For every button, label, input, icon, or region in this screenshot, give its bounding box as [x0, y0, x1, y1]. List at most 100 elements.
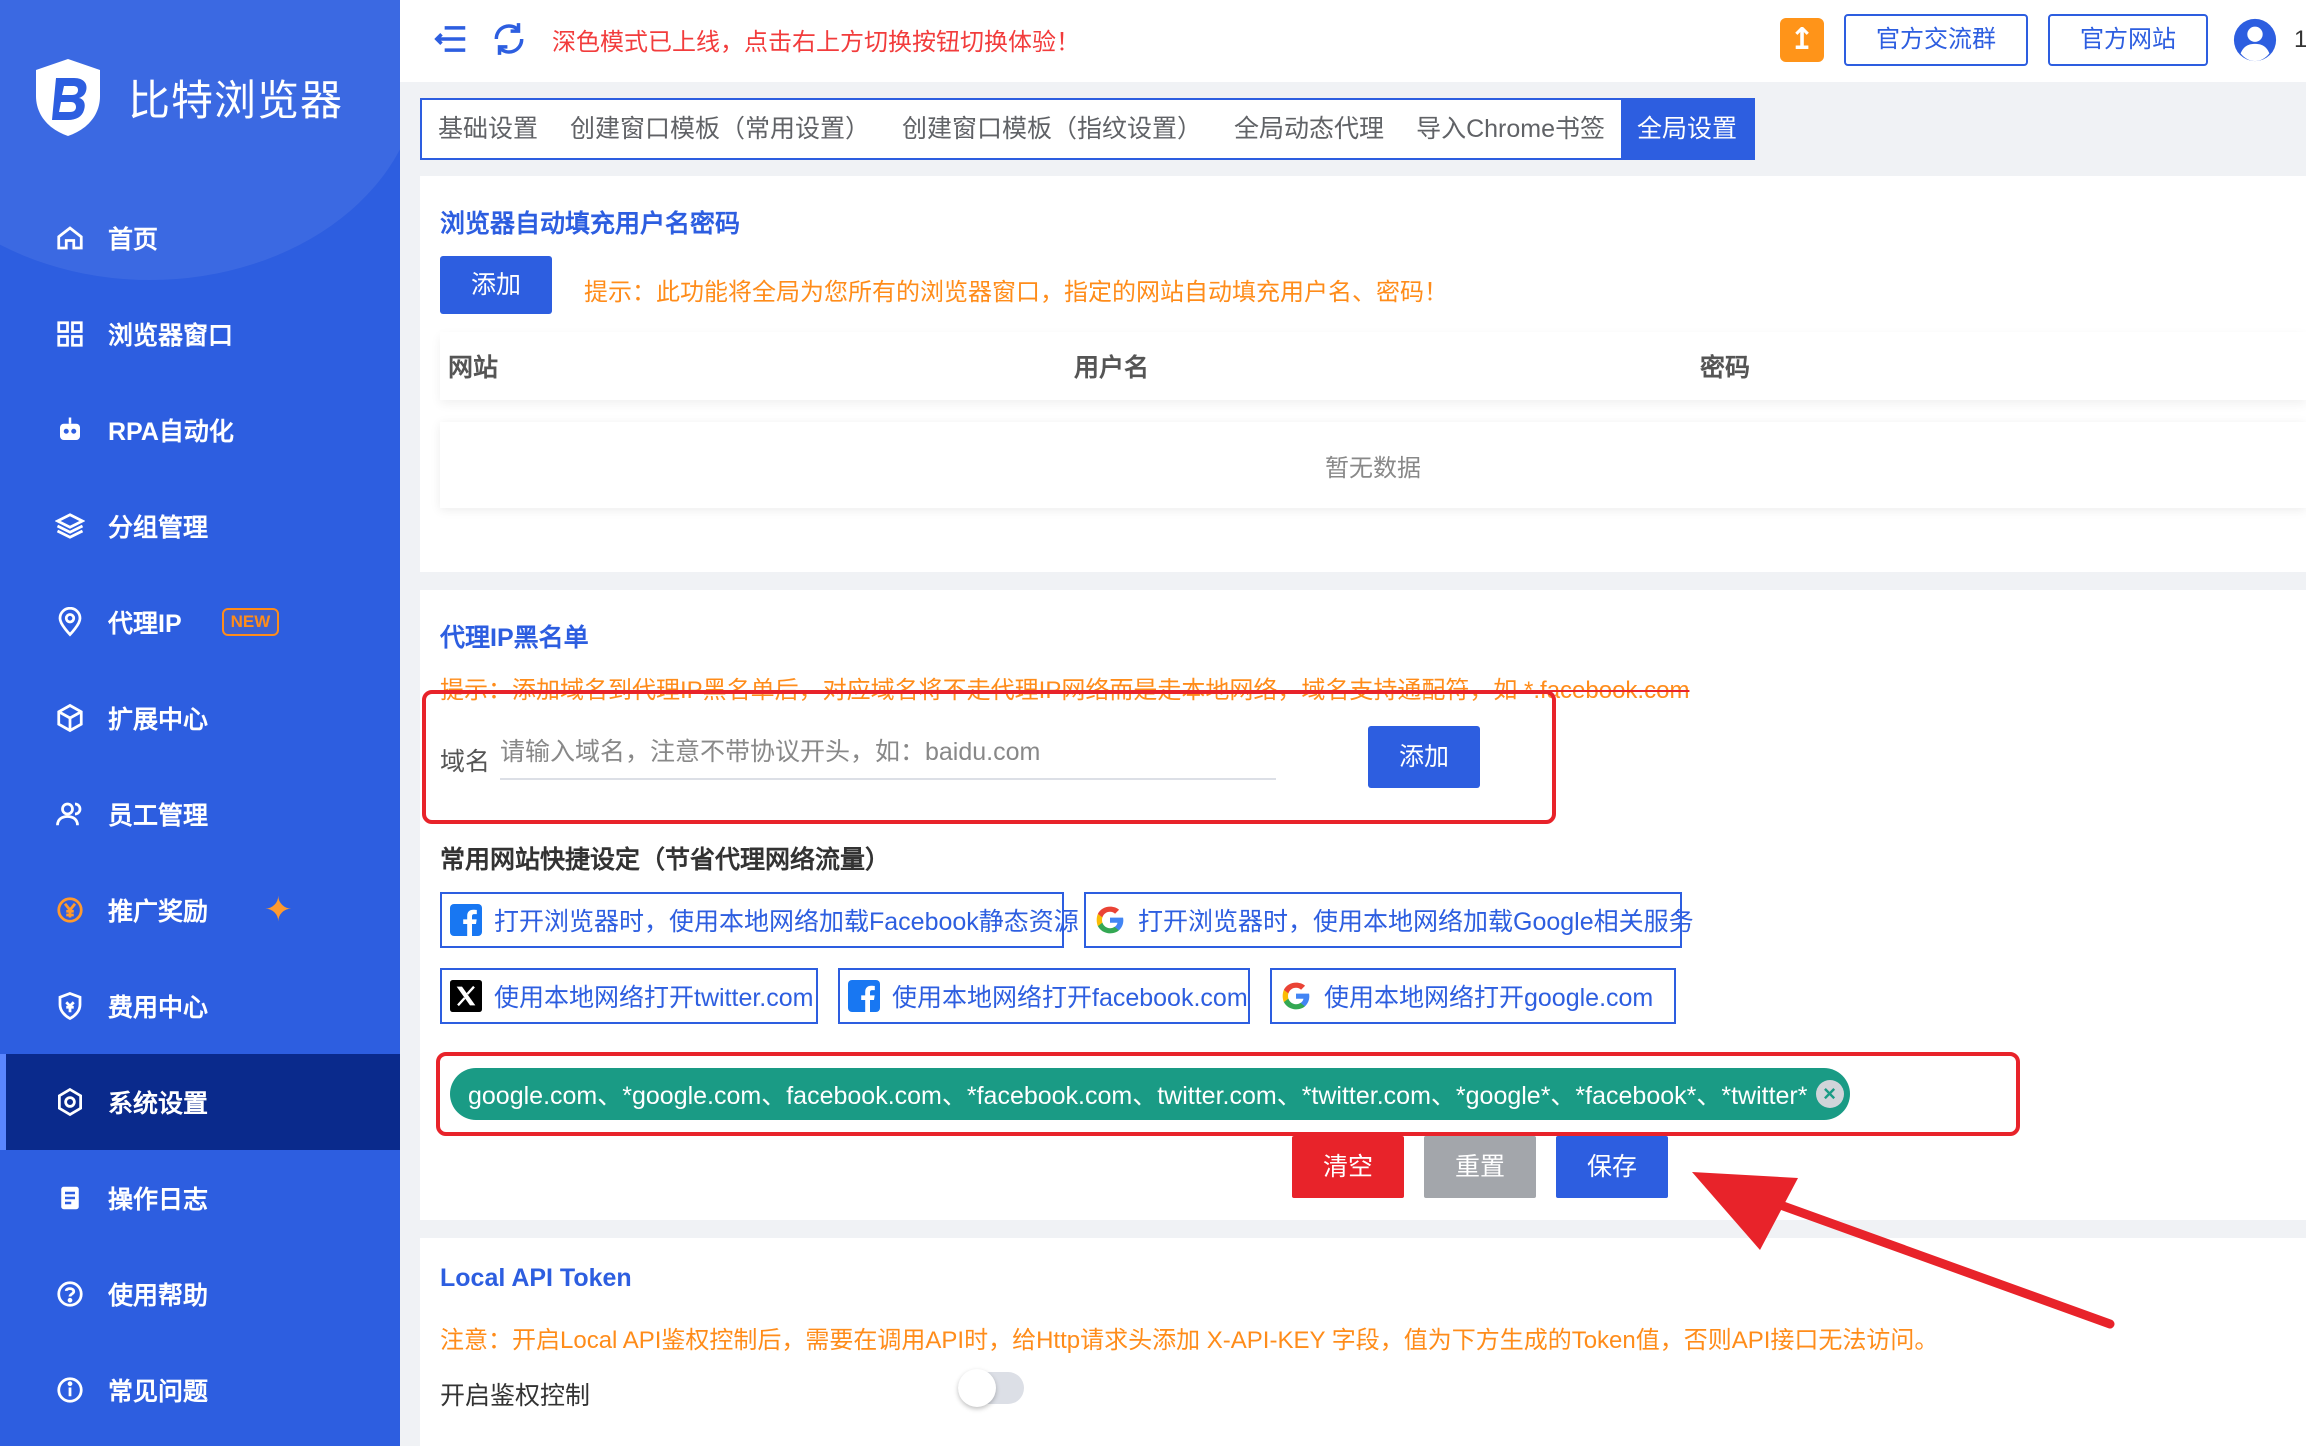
tab-global-settings[interactable]: 全局设置 [1620, 100, 1753, 158]
sidebar-item-rpa[interactable]: RPA自动化 [0, 382, 400, 478]
refresh-icon[interactable] [490, 20, 528, 58]
sidebar-item-extensions[interactable]: 扩展中心 [0, 670, 400, 766]
blacklist-title: 代理IP黑名单 [440, 624, 589, 652]
column-header-website: 网站 [448, 354, 499, 382]
autofill-title: 浏览器自动填充用户名密码 [440, 210, 741, 238]
sidebar-item-label: 员工管理 [108, 802, 209, 830]
empty-state-text: 暂无数据 [1325, 454, 1421, 482]
tab-basic-settings[interactable]: 基础设置 [422, 100, 554, 158]
layers-icon [54, 510, 86, 542]
sidebar-item-staff[interactable]: 员工管理 [0, 766, 400, 862]
reset-button[interactable]: 重置 [1424, 1136, 1536, 1198]
brand[interactable]: 比特浏览器 [30, 52, 343, 142]
grid-icon [54, 318, 86, 350]
robot-icon [54, 414, 86, 446]
new-badge: NEW [221, 608, 280, 636]
quick-google-services-button[interactable]: 打开浏览器时，使用本地网络加载Google相关服务 [1084, 892, 1694, 948]
sidebar-item-label: 扩展中心 [108, 706, 209, 734]
proxy-blacklist-card: 代理IP黑名单 提示：添加域名到代理IP黑名单后，对应域名将不走代理IP网络而是… [420, 590, 2306, 1220]
save-button[interactable]: 保存 [1556, 1136, 1668, 1198]
quick-button-label: 使用本地网络打开twitter.com [494, 984, 814, 1012]
quick-button-label: 使用本地网络打开facebook.com [892, 984, 1248, 1012]
sidebar-item-help[interactable]: 使用帮助 [0, 1246, 400, 1342]
topbar-trailing-text: 1 [2294, 26, 2306, 53]
autofill-table-header: 网站 用户名 密码 [440, 332, 2306, 400]
quick-button-label: 使用本地网络打开google.com [1324, 984, 1654, 1012]
sidebar-item-billing[interactable]: 费用中心 [0, 958, 400, 1054]
location-pin-icon [54, 606, 86, 638]
tab-window-template-fingerprint[interactable]: 创建窗口模板（指纹设置） [886, 100, 1218, 158]
column-header-password: 密码 [1700, 354, 1751, 382]
annotation-arrow-icon [1692, 1172, 2115, 1329]
user-avatar-icon[interactable] [2232, 17, 2278, 63]
sidebar-item-system-settings[interactable]: 系统设置 [0, 1054, 400, 1150]
cube-icon [54, 702, 86, 734]
settings-icon [54, 1086, 86, 1118]
sidebar-item-home[interactable]: 首页 [0, 190, 400, 286]
sidebar-item-label: 分组管理 [108, 514, 209, 542]
autofill-table-body: 暂无数据 [440, 422, 2306, 508]
sidebar-item-label: 常见问题 [108, 1378, 209, 1406]
sidebar-nav: 首页 浏览器窗口 RPA自动化 分组管理 代理IP NEW 扩展中心 员工管理 [0, 190, 400, 1438]
shield-icon [54, 990, 86, 1022]
quick-facebook-static-button[interactable]: 打开浏览器时，使用本地网络加载Facebook静态资源 [440, 892, 1079, 948]
sidebar-item-label: 操作日志 [108, 1186, 209, 1214]
sidebar-item-label: RPA自动化 [108, 418, 234, 446]
quick-button-label: 打开浏览器时，使用本地网络加载Google相关服务 [1138, 908, 1694, 936]
sidebar-item-groups[interactable]: 分组管理 [0, 478, 400, 574]
upload-icon[interactable]: ↥ [1780, 18, 1824, 62]
tab-global-dynamic-proxy[interactable]: 全局动态代理 [1218, 100, 1400, 158]
settings-tabs: 基础设置 创建窗口模板（常用设置） 创建窗口模板（指纹设置） 全局动态代理 导入… [420, 98, 1755, 160]
sidebar-item-referral[interactable]: 推广奖励 ✦ [0, 862, 400, 958]
auth-control-toggle[interactable] [958, 1369, 1024, 1407]
sidebar-item-label: 首页 [108, 226, 159, 254]
menu-collapse-icon[interactable] [432, 20, 470, 58]
highlight-box-domains-tag [436, 1052, 2020, 1136]
sidebar-item-label: 使用帮助 [108, 1282, 209, 1310]
help-icon [54, 1278, 86, 1310]
info-icon [54, 1374, 86, 1406]
sidebar-item-label: 推广奖励 [108, 898, 209, 926]
sidebar-item-browser-windows[interactable]: 浏览器窗口 [0, 286, 400, 382]
sidebar-item-proxy-ip[interactable]: 代理IP NEW [0, 574, 400, 670]
column-header-username: 用户名 [1074, 354, 1150, 382]
yuan-coin-icon [54, 894, 86, 926]
api-token-title: Local API Token [440, 1264, 632, 1292]
sidebar: 比特浏览器 首页 浏览器窗口 RPA自动化 分组管理 代理IP NEW 扩展中心 [0, 0, 400, 1446]
dark-mode-notice: 深色模式已上线，点击右上方切换按钮切换体验！ [552, 28, 1080, 56]
quick-twitter-button[interactable]: 使用本地网络打开twitter.com [440, 968, 818, 1024]
tab-window-template-common[interactable]: 创建窗口模板（常用设置） [554, 100, 886, 158]
quick-button-label: 打开浏览器时，使用本地网络加载Facebook静态资源 [494, 908, 1079, 936]
official-group-button[interactable]: 官方交流群 [1844, 14, 2028, 66]
facebook-icon [848, 980, 880, 1012]
brand-name: 比特浏览器 [128, 76, 344, 124]
official-site-button[interactable]: 官方网站 [2048, 14, 2208, 66]
home-icon [54, 222, 86, 254]
sidebar-item-label: 费用中心 [108, 994, 209, 1022]
sparkle-icon: ✦ [264, 891, 293, 929]
log-icon [54, 1182, 86, 1214]
quick-facebook-button[interactable]: 使用本地网络打开facebook.com [838, 968, 1250, 1024]
sidebar-item-faq[interactable]: 常见问题 [0, 1342, 400, 1438]
highlight-box-domain-input [422, 690, 1556, 824]
sidebar-item-label: 浏览器窗口 [108, 322, 234, 350]
quick-google-button[interactable]: 使用本地网络打开google.com [1270, 968, 1676, 1024]
autofill-hint: 提示：此功能将全局为您所有的浏览器窗口，指定的网站自动填充用户名、密码！ [584, 279, 1448, 306]
sidebar-item-label: 系统设置 [108, 1090, 209, 1118]
tab-import-chrome-bookmarks[interactable]: 导入Chrome书签 [1400, 100, 1621, 158]
facebook-icon [450, 904, 482, 936]
clear-button[interactable]: 清空 [1292, 1136, 1404, 1198]
google-icon [1282, 982, 1310, 1010]
auth-control-label: 开启鉴权控制 [440, 1382, 591, 1410]
sidebar-item-label: 代理IP [108, 610, 182, 638]
autofill-add-button[interactable]: 添加 [440, 256, 552, 314]
sidebar-item-operation-log[interactable]: 操作日志 [0, 1150, 400, 1246]
toggle-knob [958, 1369, 996, 1407]
x-twitter-icon [450, 980, 482, 1012]
autofill-card: 浏览器自动填充用户名密码 添加 提示：此功能将全局为您所有的浏览器窗口，指定的网… [420, 176, 2306, 572]
quick-settings-title: 常用网站快捷设定（节省代理网络流量） [440, 846, 891, 874]
logo-shield-icon [36, 59, 100, 136]
google-icon [1096, 906, 1124, 934]
users-icon [54, 798, 86, 830]
top-bar: 深色模式已上线，点击右上方切换按钮切换体验！ ↥ 官方交流群 官方网站 1 [400, 0, 2306, 82]
